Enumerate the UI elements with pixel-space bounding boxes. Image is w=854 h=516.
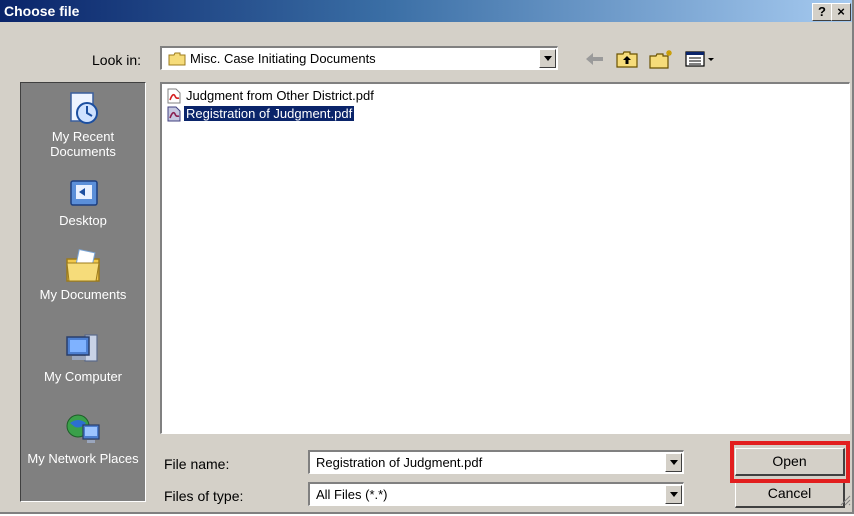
window-title: Choose file [4,3,80,19]
title-bar[interactable]: Choose file ? × [0,0,852,22]
up-folder-icon[interactable] [614,48,640,70]
lookin-value: Misc. Case Initiating Documents [190,51,376,66]
pdf-file-icon [166,88,182,107]
filetype-value: All Files (*.*) [316,487,388,502]
place-my-recent-documents[interactable]: My Recent Documents [21,89,145,159]
place-label: My Recent Documents [50,129,116,159]
recent-documents-icon [70,92,98,124]
filetype-label: Files of type: [164,488,244,504]
place-label: My Documents [39,287,127,302]
help-button[interactable]: ? [812,3,832,21]
close-button[interactable]: × [831,3,851,21]
places-bar: My Recent Documents Desktop My Documents [20,82,146,502]
open-button-highlight [730,441,850,483]
filetype-dropdown-arrow-icon[interactable] [665,485,682,504]
my-computer-icon [66,334,98,362]
lookin-label: Look in: [92,52,142,68]
place-my-documents[interactable]: My Documents [21,247,145,302]
back-icon[interactable] [582,48,608,70]
file-list[interactable]: Judgment from Other District.pdf Registr… [160,82,850,434]
views-menu-icon[interactable] [684,48,718,70]
resize-grip-icon[interactable] [839,493,851,511]
my-documents-icon [66,248,100,282]
cancel-button[interactable]: Cancel [735,480,845,508]
file-name: Judgment from Other District.pdf [186,88,374,103]
lookin-dropdown[interactable]: Misc. Case Initiating Documents [160,46,558,70]
filename-dropdown-arrow-icon[interactable] [665,453,682,472]
filetype-dropdown[interactable]: All Files (*.*) [308,482,684,506]
pdf-file-icon [166,106,182,125]
lookin-dropdown-arrow-icon[interactable] [539,49,556,68]
network-places-icon [66,414,100,443]
folder-icon [168,52,186,71]
place-my-network-places[interactable]: My Network Places [21,411,145,466]
place-label: My Network Places [27,451,139,466]
place-label: Desktop [59,213,107,228]
desktop-icon [70,180,98,206]
place-my-computer[interactable]: My Computer [21,329,145,384]
file-name: Registration of Judgment.pdf [182,105,356,122]
filename-label: File name: [164,456,230,472]
choose-file-dialog: Choose file ? × Look in: Misc. Case Init… [0,0,854,514]
place-label: My Computer [43,369,123,384]
filename-value: Registration of Judgment.pdf [316,455,483,470]
filename-field[interactable]: Registration of Judgment.pdf [308,450,684,474]
place-desktop[interactable]: Desktop [21,175,145,228]
new-folder-icon[interactable] [648,48,674,70]
